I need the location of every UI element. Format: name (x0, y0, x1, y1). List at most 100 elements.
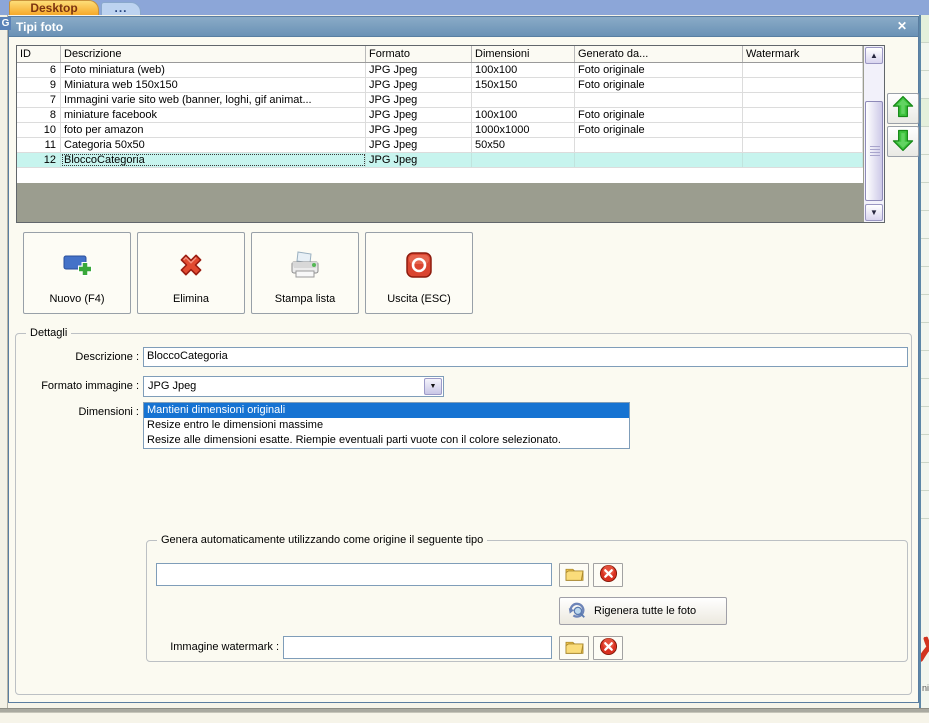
grid-scrollbar[interactable]: ▲ ▼ (863, 46, 884, 222)
cell-id: 8 (17, 108, 61, 122)
table-row[interactable]: 7 Immagini varie sito web (banner, loghi,… (17, 93, 863, 108)
scrollbar-down-icon[interactable]: ▼ (865, 204, 883, 221)
descrizione-input[interactable]: BloccoCategoria (143, 347, 908, 367)
cell-dimensioni (472, 153, 575, 167)
dialog-title: Tipi foto (16, 20, 64, 34)
cell-descrizione: foto per amazon (61, 123, 366, 137)
red-delete-icon (599, 637, 618, 659)
rigenera-button[interactable]: Rigenera tutte le foto (559, 597, 727, 625)
cell-generato (575, 138, 743, 152)
arrow-up-icon (890, 94, 916, 123)
watermark-input[interactable] (283, 636, 552, 659)
printer-icon (252, 247, 358, 283)
table-row[interactable]: 8 miniature facebook JPG Jpeg 100x100 Foto o… (17, 108, 863, 123)
cell-generato (575, 93, 743, 107)
cell-watermark (743, 138, 863, 152)
genera-legend: Genera automaticamente utilizzando come … (157, 534, 488, 546)
table-row[interactable]: 11 Categoria 50x50 JPG Jpeg 50x50 (17, 138, 863, 153)
cell-generato: Foto originale (575, 123, 743, 137)
nuovo-button[interactable]: Nuovo (F4) (23, 232, 131, 314)
nuovo-label: Nuovo (F4) (49, 293, 105, 305)
cell-descrizione: Immagini varie sito web (banner, loghi, … (61, 93, 366, 107)
watermark-browse-button[interactable] (559, 636, 589, 660)
table-row[interactable]: 12 BloccoCategoria JPG Jpeg (17, 153, 863, 168)
move-up-button[interactable] (887, 93, 919, 124)
dimensioni-option[interactable]: Resize alle dimensioni esatte. Riempie e… (144, 433, 629, 448)
cell-descrizione: miniature facebook (61, 108, 366, 122)
rigenera-label: Rigenera tutte le foto (594, 605, 697, 617)
new-photo-icon (24, 247, 130, 283)
cell-dimensioni: 100x100 (472, 63, 575, 77)
cell-id: 10 (17, 123, 61, 137)
scrollbar-up-icon[interactable]: ▲ (865, 47, 883, 64)
descrizione-label: Descrizione : (75, 351, 139, 363)
dialog-titlebar[interactable]: Tipi foto ✕ (9, 17, 918, 37)
cell-id: 6 (17, 63, 61, 77)
regenerate-photos-icon (567, 600, 587, 623)
table-row[interactable]: 6 Foto miniatura (web) JPG Jpeg 100x100 Foto… (17, 63, 863, 78)
column-header[interactable]: ID (17, 46, 61, 62)
origine-input[interactable] (156, 563, 552, 586)
table-row[interactable]: 10 foto per amazon JPG Jpeg 1000x1000 Foto o… (17, 123, 863, 138)
dimensioni-label: Dimensioni : (78, 406, 139, 418)
cell-descrizione: Miniatura web 150x150 (61, 78, 366, 92)
grid-empty-row (17, 168, 863, 183)
photo-types-grid: ID Descrizione Formato Dimensioni Generato d… (16, 45, 885, 223)
dimensioni-option[interactable]: Resize entro le dimensioni massime (144, 418, 629, 433)
cell-watermark (743, 93, 863, 107)
chevron-down-icon[interactable]: ▼ (424, 378, 442, 395)
origine-clear-button[interactable] (593, 563, 623, 587)
cell-formato: JPG Jpeg (366, 108, 472, 122)
background-bottom-bar (0, 708, 929, 713)
uscita-button[interactable]: Uscita (ESC) (365, 232, 473, 314)
column-header[interactable]: Watermark (743, 46, 863, 62)
delete-x-icon (138, 247, 244, 283)
dimensioni-listbox: Mantieni dimensioni originali Resize entr… (143, 402, 630, 449)
grid-header: ID Descrizione Formato Dimensioni Generato d… (17, 46, 863, 63)
column-header[interactable]: Formato (366, 46, 472, 62)
power-exit-icon (366, 247, 472, 283)
cell-formato: JPG Jpeg (366, 123, 472, 137)
background-text-fragment: ni (922, 683, 929, 693)
column-header[interactable]: Generato da... (575, 46, 743, 62)
formato-selected-value: JPG Jpeg (148, 380, 197, 392)
cell-generato: Foto originale (575, 78, 743, 92)
move-down-button[interactable] (887, 126, 919, 157)
cell-id: 12 (17, 153, 61, 167)
cell-watermark (743, 108, 863, 122)
close-icon[interactable]: ✕ (894, 19, 910, 34)
elimina-button[interactable]: Elimina (137, 232, 245, 314)
background-g-badge: G (0, 17, 11, 30)
origine-browse-button[interactable] (559, 563, 589, 587)
cell-dimensioni: 150x150 (472, 78, 575, 92)
cell-descrizione: Categoria 50x50 (61, 138, 366, 152)
cell-formato: JPG Jpeg (366, 63, 472, 77)
cell-formato: JPG Jpeg (366, 93, 472, 107)
cell-watermark (743, 123, 863, 137)
folder-icon (564, 638, 585, 658)
uscita-label: Uscita (ESC) (387, 293, 451, 305)
cell-formato: JPG Jpeg (366, 78, 472, 92)
cell-watermark (743, 63, 863, 77)
cell-dimensioni: 100x100 (472, 108, 575, 122)
tab-more[interactable]: ... (101, 2, 141, 15)
column-header[interactable]: Descrizione (61, 46, 366, 62)
cell-generato: Foto originale (575, 63, 743, 77)
cell-id: 11 (17, 138, 61, 152)
taskbar-band: Desktop ... (0, 0, 929, 15)
column-header[interactable]: Dimensioni (472, 46, 575, 62)
stampa-button[interactable]: Stampa lista (251, 232, 359, 314)
watermark-clear-button[interactable] (593, 636, 623, 660)
scrollbar-thumb[interactable] (865, 101, 883, 201)
table-row[interactable]: 9 Miniatura web 150x150 JPG Jpeg 150x150 Fot… (17, 78, 863, 93)
formato-label: Formato immagine : (41, 380, 139, 392)
cell-descrizione: BloccoCategoria (61, 153, 366, 167)
watermark-label: Immagine watermark : (170, 641, 279, 653)
background-left-panel (0, 15, 8, 708)
background-x-icon: ✗ (921, 630, 929, 670)
formato-select[interactable]: JPG Jpeg ▼ (143, 376, 444, 397)
dimensioni-option[interactable]: Mantieni dimensioni originali (144, 403, 629, 418)
tab-desktop[interactable]: Desktop (9, 0, 99, 15)
arrow-down-icon (890, 127, 916, 156)
cell-generato: Foto originale (575, 108, 743, 122)
